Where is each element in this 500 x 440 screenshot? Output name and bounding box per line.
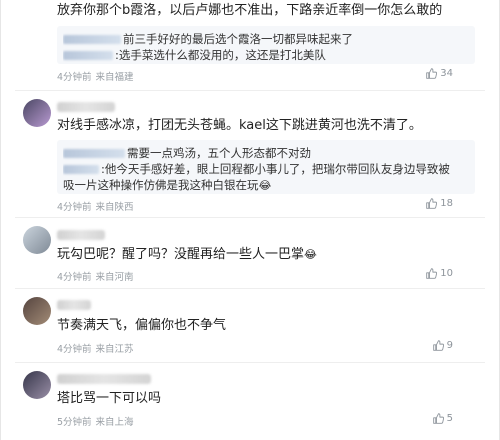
avatar[interactable] [23, 371, 51, 399]
blurred-username [63, 165, 99, 174]
like-count: 34 [440, 68, 453, 79]
location: 来自福建 [95, 72, 134, 83]
comment-item: 节奏满天飞，偏偏你也不争气 4分钟前 来自江苏 9 [1, 289, 499, 359]
like-count: 5 [446, 413, 453, 424]
blurred-username[interactable] [57, 102, 115, 112]
like-button[interactable]: 10 [426, 268, 453, 279]
location: 来自陕西 [95, 202, 134, 213]
divider [15, 90, 485, 91]
comment-text: 放弃你那个b霞洛，以后卢娜也不准出，下路亲近率倒一你怎么敢的 [57, 3, 443, 18]
comment-item: 对线手感冰凉，打团无头苍蝇。kael这下跳进黄河也洗不清了。 需要一点鸡汤，五个… [1, 92, 499, 216]
timestamp: 4分钟前 [57, 72, 92, 83]
reply-quote: 需要一点鸡汤，五个人形态都不对劲 :他今天手感好差，眼上回程都小事儿了，把瑞尔带… [57, 140, 475, 194]
comment-meta: 4分钟前 来自福建 [57, 69, 134, 83]
comment-item: 放弃你那个b霞洛，以后卢娜也不准出，下路亲近率倒一你怎么敢的 前三手好好的最后选… [1, 0, 499, 92]
like-count: 9 [446, 340, 453, 351]
reply-quote: 前三手好好的最后选个霞洛一切都异味起来了 :选手菜选什么都没用的，这还是打北美队 [57, 26, 475, 64]
blurred-username[interactable] [57, 300, 91, 310]
avatar[interactable] [23, 99, 51, 127]
reply-line: 前三手好好的最后选个霞洛一切都异味起来了 [63, 31, 469, 47]
blurred-username [63, 51, 113, 60]
like-count: 18 [440, 198, 453, 209]
comment-item: 塔比骂一下可以吗 5分钟前 来自上海 5 [1, 363, 499, 440]
blurred-username[interactable] [57, 374, 151, 384]
blurred-username[interactable] [57, 230, 105, 240]
location: 来自河南 [95, 272, 134, 283]
like-button[interactable]: 18 [426, 198, 453, 209]
reply-line: 需要一点鸡汤，五个人形态都不对劲 [63, 145, 469, 161]
comment-text: 塔比骂一下可以吗 [57, 391, 162, 406]
location: 来自江苏 [95, 344, 134, 355]
thumbs-up-icon [426, 68, 438, 79]
comment-meta: 4分钟前 来自江苏 [57, 341, 134, 355]
reply-line: :选手菜选什么都没用的，这还是打北美队 [63, 47, 469, 63]
comment-text: 对线手感冰凉，打团无头苍蝇。kael这下跳进黄河也洗不清了。 [57, 118, 422, 133]
comment-item: 玩勾巴呢？醒了吗？没醒再给一些人一巴掌😂 4分钟前 来自河南 10 [1, 218, 499, 288]
blurred-username [63, 35, 121, 44]
comment-meta: 4分钟前 来自陕西 [57, 199, 134, 213]
comment-meta: 5分钟前 来自上海 [57, 414, 134, 428]
location: 来自上海 [95, 417, 134, 428]
avatar[interactable] [23, 226, 51, 254]
comment-feed: 放弃你那个b霞洛，以后卢娜也不准出，下路亲近率倒一你怎么敢的 前三手好好的最后选… [0, 0, 500, 440]
reply-line: 吸一片这种操作仿佛是我这种白银在玩😂 [63, 178, 272, 192]
timestamp: 4分钟前 [57, 202, 92, 213]
thumbs-up-icon [432, 413, 444, 424]
comment-text: 节奏满天飞，偏偏你也不争气 [57, 318, 227, 333]
timestamp: 4分钟前 [57, 272, 92, 283]
thumbs-up-icon [426, 268, 438, 279]
blurred-username [63, 149, 125, 158]
comment-meta: 4分钟前 来自河南 [57, 269, 134, 283]
like-button[interactable]: 5 [432, 413, 453, 424]
timestamp: 4分钟前 [57, 344, 92, 355]
thumbs-up-icon [432, 340, 444, 351]
laughing-tears-emoji: 😂 [304, 248, 317, 261]
like-button[interactable]: 9 [432, 340, 453, 351]
timestamp: 5分钟前 [57, 417, 92, 428]
comment-text: 玩勾巴呢？醒了吗？没醒再给一些人一巴掌😂 [57, 247, 317, 262]
reply-line: :他今天手感好差，眼上回程都小事儿了，把瑞尔带回队友身边导致被 [63, 161, 469, 177]
like-button[interactable]: 34 [426, 68, 453, 79]
laughing-tears-emoji: 😂 [258, 179, 272, 192]
thumbs-up-icon [426, 198, 438, 209]
like-count: 10 [440, 268, 453, 279]
avatar[interactable] [23, 297, 51, 325]
